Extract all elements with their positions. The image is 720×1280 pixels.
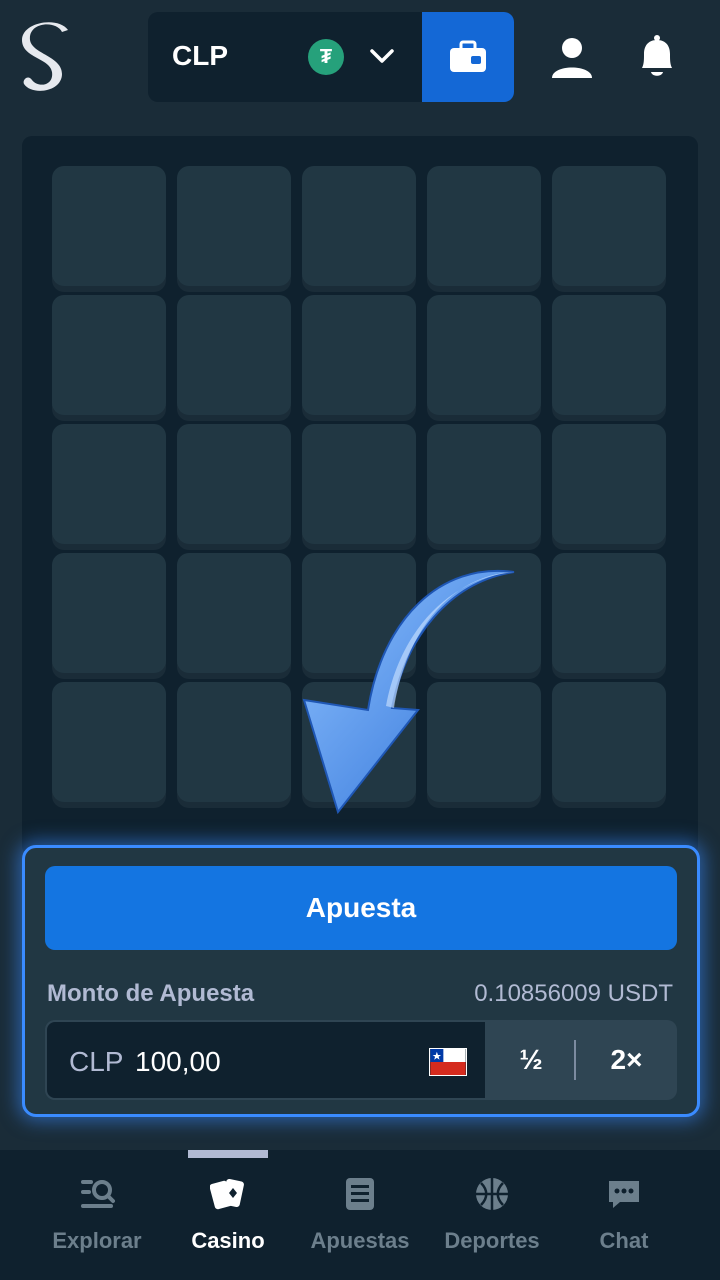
- bottom-navigation: Explorar Casino Apuestas Deportes Chat: [0, 1150, 720, 1280]
- mine-tile[interactable]: [177, 166, 291, 286]
- mine-tile[interactable]: [552, 682, 666, 802]
- nav-label: Explorar: [52, 1228, 142, 1253]
- bet-panel: Apuesta Monto de Apuesta 0.10856009 USDT…: [22, 845, 700, 1117]
- tether-icon: ₮: [308, 39, 344, 75]
- mine-tile[interactable]: [177, 295, 291, 415]
- mine-tile[interactable]: [52, 424, 166, 544]
- bet-amount-value: 100,00: [135, 1046, 221, 1077]
- bet-amount-row: CLP 100,00 ½ 2×: [45, 1020, 677, 1100]
- bets-list-icon: [346, 1178, 374, 1210]
- basketball-icon: [476, 1178, 508, 1210]
- chile-flag-icon: [429, 1048, 467, 1076]
- mine-tile[interactable]: [552, 166, 666, 286]
- nav-chat[interactable]: Chat: [558, 1150, 690, 1280]
- top-header: CLP ₮: [0, 0, 720, 112]
- mine-tile[interactable]: [427, 682, 541, 802]
- mine-tile[interactable]: [52, 166, 166, 286]
- mine-tile[interactable]: [552, 295, 666, 415]
- mine-tile[interactable]: [552, 553, 666, 673]
- nav-deportes[interactable]: Deportes: [426, 1150, 558, 1280]
- bet-amount-label: Monto de Apuesta: [47, 980, 255, 1007]
- bet-amount-input[interactable]: CLP 100,00: [45, 1020, 487, 1100]
- mine-tile[interactable]: [302, 295, 416, 415]
- mine-tile[interactable]: [52, 553, 166, 673]
- bell-icon[interactable]: [636, 34, 678, 80]
- wallet-icon: [450, 40, 486, 72]
- chevron-down-icon: [370, 49, 394, 63]
- nav-label: Apuestas: [310, 1228, 410, 1253]
- mine-tile[interactable]: [302, 682, 416, 802]
- mine-tile[interactable]: [427, 553, 541, 673]
- bet-button[interactable]: Apuesta: [45, 866, 677, 950]
- casino-cards-icon: [210, 1178, 244, 1210]
- stake-logo-icon[interactable]: [18, 18, 74, 98]
- nav-explorar[interactable]: Explorar: [31, 1150, 163, 1280]
- nav-label: Chat: [599, 1228, 649, 1253]
- mine-tile[interactable]: [302, 166, 416, 286]
- mine-tile[interactable]: [177, 424, 291, 544]
- half-amount-button[interactable]: ½: [487, 1020, 575, 1100]
- chat-icon: [609, 1181, 639, 1208]
- mine-tile[interactable]: [177, 682, 291, 802]
- mines-game-board: [22, 136, 698, 856]
- bet-amount-currency: CLP: [69, 1046, 124, 1077]
- mine-tile[interactable]: [552, 424, 666, 544]
- currency-selector[interactable]: CLP ₮: [148, 12, 514, 102]
- mine-tile[interactable]: [52, 682, 166, 802]
- bet-amount-converted: 0.10856009 USDT: [474, 980, 673, 1007]
- nav-label: Deportes: [444, 1228, 540, 1253]
- wallet-button[interactable]: [422, 12, 514, 102]
- nav-apuestas[interactable]: Apuestas: [294, 1150, 426, 1280]
- nav-label: Casino: [191, 1228, 265, 1253]
- user-icon[interactable]: [550, 36, 594, 80]
- nav-casino[interactable]: Casino: [162, 1150, 294, 1280]
- mine-tile[interactable]: [427, 295, 541, 415]
- mine-tile[interactable]: [52, 295, 166, 415]
- mine-tile[interactable]: [302, 553, 416, 673]
- mine-tile[interactable]: [177, 553, 291, 673]
- explore-icon: [81, 1180, 115, 1208]
- mine-tile[interactable]: [302, 424, 416, 544]
- double-amount-button[interactable]: 2×: [576, 1020, 677, 1100]
- mine-tile[interactable]: [427, 166, 541, 286]
- mine-tile[interactable]: [427, 424, 541, 544]
- currency-label: CLP: [172, 40, 228, 71]
